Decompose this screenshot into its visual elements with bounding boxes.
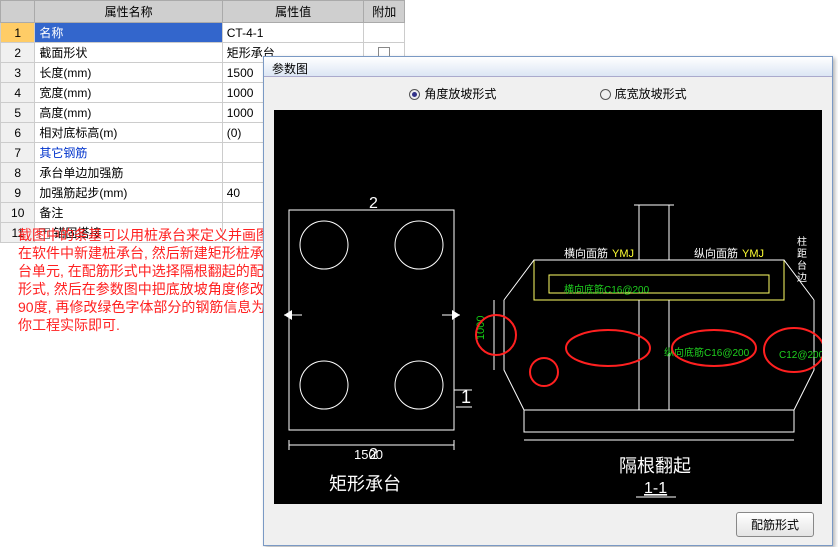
prop-name-cell: 截面形状 (35, 43, 222, 63)
cad-canvas: 2 2 1 1500 矩形承台 (274, 110, 822, 504)
cad-section-sub: 1-1 (644, 480, 667, 497)
cad-label-1: 1 (461, 387, 471, 407)
row-number: 7 (1, 143, 35, 163)
cad-zx-label: 纵向面筋 (694, 246, 738, 260)
header-name: 属性名称 (35, 1, 222, 23)
prop-name-cell: 相对底标高(m) (35, 123, 222, 143)
cad-label-2a: 2 (369, 195, 378, 212)
header-aux: 附加 (364, 1, 405, 23)
param-dialog: 参数图 角度放坡形式 底宽放坡形式 2 2 1 (263, 56, 833, 546)
prop-name-cell: 长度(mm) (35, 63, 222, 83)
prop-name-cell: 加强筋起步(mm) (35, 183, 222, 203)
cad-rebar1: 横向底筋C16@200 (564, 283, 650, 296)
row-number: 9 (1, 183, 35, 203)
row-number: 10 (1, 203, 35, 223)
svg-text:台: 台 (797, 259, 807, 272)
radio-dot-icon (409, 89, 420, 100)
row-number: 4 (1, 83, 35, 103)
radio-bottom-width-slope[interactable]: 底宽放坡形式 (600, 87, 687, 101)
table-row[interactable]: 1名称CT-4-1 (1, 23, 405, 43)
cad-section-label: 隔根翻起 (619, 456, 691, 476)
prop-name-cell: 其它钢筋 (35, 143, 222, 163)
row-number: 8 (1, 163, 35, 183)
svg-text:边: 边 (797, 272, 807, 284)
cad-hx-label: 横向面筋 (564, 246, 608, 260)
rebar-form-button[interactable]: 配筋形式 (736, 512, 814, 537)
cad-dim-1500: 1500 (354, 447, 383, 462)
prop-value-cell[interactable]: CT-4-1 (222, 23, 364, 43)
svg-text:YMJ: YMJ (612, 248, 634, 260)
row-number: 3 (1, 63, 35, 83)
radio-angle-slope[interactable]: 角度放坡形式 (409, 87, 496, 101)
svg-text:距: 距 (797, 248, 807, 260)
header-value: 属性值 (222, 1, 364, 23)
row-number: 6 (1, 123, 35, 143)
svg-text:柱: 柱 (797, 235, 807, 248)
radio-dot-icon (600, 89, 611, 100)
prop-name-cell: 高度(mm) (35, 103, 222, 123)
cad-shape-label: 矩形承台 (329, 474, 401, 494)
prop-name-cell: 备注 (35, 203, 222, 223)
row-number: 1 (1, 23, 35, 43)
row-number: 2 (1, 43, 35, 63)
cad-svg: 2 2 1 1500 矩形承台 (274, 110, 822, 504)
slope-type-radio-group: 角度放坡形式 底宽放坡形式 (264, 77, 832, 110)
svg-text:YMJ: YMJ (742, 248, 764, 260)
prop-name-cell: 宽度(mm) (35, 83, 222, 103)
prop-name-cell: 名称 (35, 23, 222, 43)
dialog-title: 参数图 (264, 57, 832, 77)
cad-rebar3: C12@200 (779, 350, 822, 361)
aux-cell[interactable] (364, 23, 405, 43)
header-rownum (1, 1, 35, 23)
row-number: 5 (1, 103, 35, 123)
prop-name-cell: 承台单边加强筋 (35, 163, 222, 183)
